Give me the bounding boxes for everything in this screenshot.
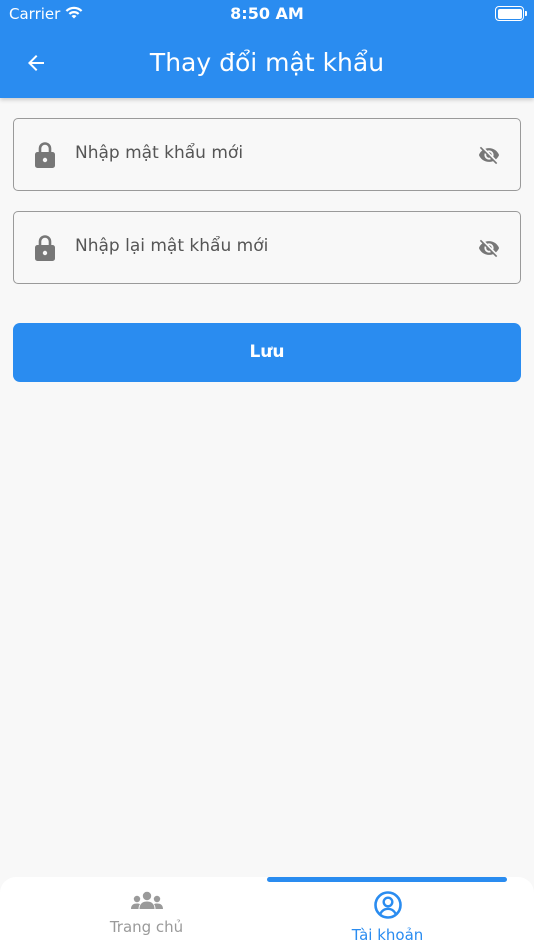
tab-home[interactable]: Trang chủ: [13, 890, 280, 950]
active-tab-indicator: [267, 877, 507, 882]
app-header: Carrier 8:50 AM Thay đổi mật khẩu: [0, 0, 534, 98]
group-icon: [130, 891, 163, 909]
tab-account-label: Tài khoản: [351, 926, 424, 944]
tab-account[interactable]: Tài khoản: [254, 890, 521, 950]
tab-home-label: Trang chủ: [109, 918, 184, 936]
save-button[interactable]: Lưu: [13, 323, 521, 382]
new-password-field[interactable]: Nhập mật khẩu mới: [13, 118, 521, 191]
confirm-password-placeholder: Nhập lại mật khẩu mới: [75, 236, 269, 256]
eye-off-icon[interactable]: [477, 237, 501, 259]
battery-icon: [495, 6, 527, 21]
status-time: 8:50 AM: [230, 4, 304, 23]
new-password-placeholder: Nhập mật khẩu mới: [75, 143, 244, 163]
account-circle-icon: [373, 891, 402, 919]
lock-icon: [35, 142, 55, 168]
confirm-password-field[interactable]: Nhập lại mật khẩu mới: [13, 211, 521, 284]
eye-off-icon[interactable]: [477, 144, 501, 166]
page-title: Thay đổi mật khẩu: [149, 48, 385, 77]
status-bar: Carrier 8:50 AM: [0, 0, 534, 28]
lock-icon: [35, 235, 55, 261]
